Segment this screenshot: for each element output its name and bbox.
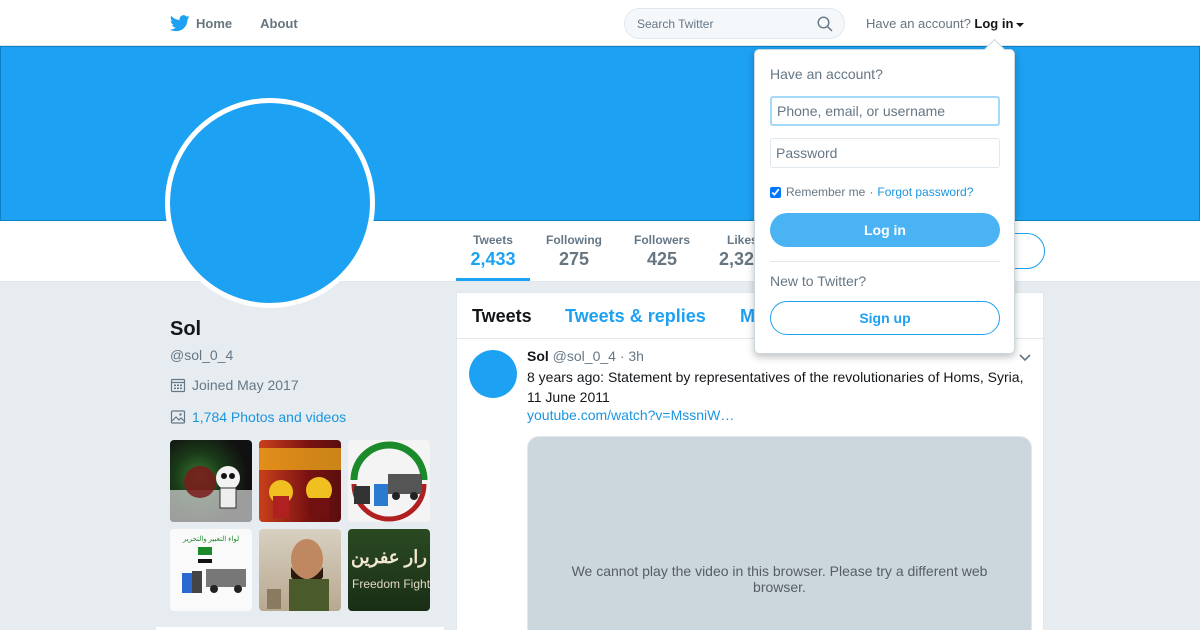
- video-error-message: We cannot play the video in this browser…: [571, 563, 988, 595]
- profile-handle[interactable]: @sol_0_4: [170, 347, 440, 363]
- tweet-avatar[interactable]: [469, 350, 517, 398]
- caret-down-icon: [1016, 22, 1025, 27]
- stat-following-label: Following: [546, 233, 602, 247]
- photo-icon: [170, 410, 186, 424]
- photo-thumbnail[interactable]: [259, 529, 341, 611]
- photo-thumbnail[interactable]: لواء التعبير والتحرير: [170, 529, 252, 611]
- nav-about-label: About: [260, 15, 298, 31]
- twitter-bird-icon: [170, 14, 190, 31]
- remember-me-checkbox[interactable]: [770, 186, 781, 198]
- profile-joined: Joined May 2017: [170, 377, 440, 393]
- remember-me-label[interactable]: Remember me: [786, 185, 865, 199]
- photo-thumbnail[interactable]: [170, 440, 252, 522]
- new-to-twitter-text: New to Twitter?: [770, 273, 867, 289]
- search-icon[interactable]: [817, 16, 833, 32]
- top-navigation-bar: Home About Have an account? Log in: [0, 0, 1200, 46]
- profile-avatar[interactable]: [165, 98, 375, 308]
- tweet-author-name[interactable]: Sol: [527, 348, 549, 364]
- chevron-down-icon[interactable]: [1018, 353, 1032, 363]
- thumbnail-caption: رار عفرين: [351, 547, 427, 567]
- separator-dot: ·: [869, 185, 874, 199]
- username-input[interactable]: [770, 96, 1000, 126]
- login-dropdown: Have an account? Remember me · Forgot pa…: [754, 49, 1015, 354]
- profile-card: Sol @sol_0_4 Joined May 2017 1,784 Photo…: [170, 318, 440, 425]
- thumbnail-caption: Freedom Fighte: [352, 577, 430, 591]
- forgot-password-link[interactable]: Forgot password?: [877, 185, 973, 199]
- stat-tweets[interactable]: Tweets 2,433: [456, 233, 530, 281]
- stat-followers-value: 425: [646, 249, 678, 269]
- tab-tweets[interactable]: Tweets: [472, 306, 532, 327]
- nav-home-label: Home: [196, 15, 233, 31]
- photos-videos-label: 1,784 Photos and videos: [192, 409, 347, 425]
- tab-tweets-replies[interactable]: Tweets & replies: [565, 306, 706, 327]
- thumbnail-caption: لواء التعبير والتحرير: [182, 536, 240, 543]
- photo-thumbnail[interactable]: [348, 440, 430, 522]
- video-player[interactable]: We cannot play the video in this browser…: [527, 436, 1032, 630]
- login-button[interactable]: Log in: [770, 213, 1000, 247]
- tweet[interactable]: Sol @sol_0_4 · 3h 8 years ago: Statement…: [457, 339, 1043, 630]
- login-prompt: Have an account? Log in: [866, 16, 1025, 31]
- tweet-author-handle[interactable]: @sol_0_4: [553, 348, 616, 364]
- stat-tweets-value: 2,433: [470, 249, 516, 269]
- photo-thumbnail[interactable]: [259, 440, 341, 522]
- tab-media[interactable]: M: [740, 306, 755, 327]
- thumbnail-graphic: [350, 441, 428, 522]
- signup-button[interactable]: Sign up: [770, 301, 1000, 335]
- search-input[interactable]: [625, 9, 805, 38]
- have-account-text: Have an account?: [866, 16, 971, 31]
- stat-likes-label: Likes: [727, 233, 758, 247]
- stat-likes-value: 2,32: [719, 249, 755, 269]
- login-dropdown-toggle[interactable]: Log in: [974, 16, 1025, 31]
- photos-videos-link[interactable]: 1,784 Photos and videos: [170, 409, 440, 425]
- nav-about[interactable]: About: [260, 16, 298, 31]
- main-nav: Home About: [170, 0, 326, 46]
- thumbnail-graphic: [259, 448, 341, 518]
- photo-thumbnail[interactable]: رار عفرين Freedom Fighte: [348, 529, 430, 611]
- tweet-text: 8 years ago: Statement by representative…: [527, 369, 1024, 405]
- stat-followers-label: Followers: [633, 233, 690, 247]
- nav-home[interactable]: Home: [170, 14, 233, 32]
- tweet-link[interactable]: youtube.com/watch?v=MssniW…: [527, 407, 734, 423]
- password-input[interactable]: [770, 138, 1000, 168]
- stat-following[interactable]: Following 275: [541, 233, 607, 270]
- dropdown-divider: [770, 261, 1000, 262]
- thumbnail-graphic: [267, 539, 329, 611]
- stat-likes[interactable]: Likes 2,32: [719, 233, 759, 270]
- thumbnail-graphic: [170, 466, 252, 522]
- login-toggle-label: Log in: [974, 16, 1014, 31]
- tweet-header: Sol @sol_0_4 · 3h: [527, 348, 644, 364]
- dropdown-title: Have an account?: [770, 66, 883, 82]
- profile-joined-text: Joined May 2017: [192, 377, 299, 393]
- stat-tweets-label: Tweets: [473, 233, 513, 247]
- remember-me-row: Remember me · Forgot password?: [770, 185, 973, 199]
- calendar-icon: [170, 378, 186, 393]
- tweet-timestamp[interactable]: · 3h: [620, 348, 644, 364]
- profile-name[interactable]: Sol: [170, 318, 440, 341]
- stat-following-value: 275: [558, 249, 590, 269]
- search-box: [624, 8, 845, 39]
- stat-followers[interactable]: Followers 425: [629, 233, 695, 270]
